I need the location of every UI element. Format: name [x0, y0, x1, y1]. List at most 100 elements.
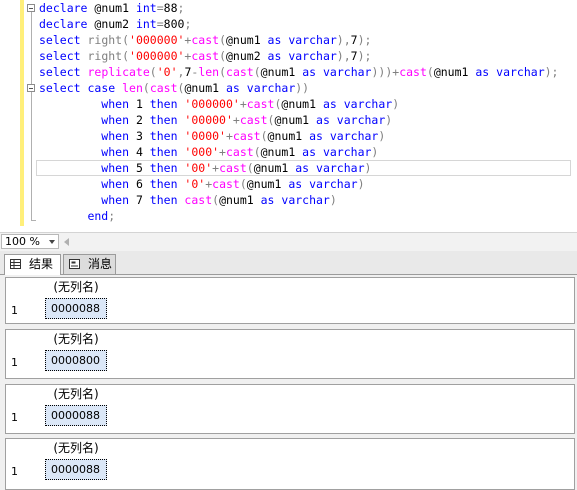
code-token: when — [39, 193, 136, 207]
code-token: int — [135, 1, 157, 15]
code-token: '0' — [184, 177, 206, 191]
code-token: 7 — [135, 193, 150, 207]
results-tab-strip: 结果 消息 — [0, 251, 577, 275]
grid-corner[interactable] — [6, 278, 45, 297]
result-grid-4[interactable]: (无列名) 1 0000088 — [5, 438, 575, 490]
row-number[interactable]: 1 — [11, 411, 18, 424]
code-token: right — [87, 33, 123, 47]
result-grid-2[interactable]: (无列名) 1 0000800 — [5, 329, 575, 379]
result-grid-3[interactable]: (无列名) 1 0000088 — [5, 384, 575, 434]
row-number[interactable]: 1 — [11, 465, 18, 478]
code-line[interactable]: when 4 then '000'+cast(@num1 as varchar) — [39, 144, 558, 160]
code-line[interactable]: select right('000000'+cast(@num2 as varc… — [39, 48, 558, 64]
code-text[interactable]: declare @num1 int=88; declare @num2 int=8… — [39, 0, 558, 224]
grid-corner[interactable] — [6, 330, 45, 349]
code-line[interactable]: when 6 then '0'+cast(@num1 as varchar) — [39, 176, 558, 192]
code-token: varchar — [309, 177, 358, 191]
change-marker-bar — [20, 0, 24, 226]
row-number[interactable]: 1 — [11, 356, 18, 369]
code-token: ( — [239, 177, 247, 191]
code-token: '00000' — [184, 113, 233, 127]
grid-corner[interactable] — [6, 385, 45, 404]
row-number[interactable]: 1 — [11, 304, 18, 317]
code-token: cast — [219, 161, 247, 175]
code-token: 2 — [135, 113, 150, 127]
code-token: select — [39, 65, 88, 79]
code-token: as — [267, 49, 289, 63]
code-token: cast — [232, 129, 261, 143]
code-token: select — [39, 49, 88, 63]
code-token: )) — [295, 81, 310, 95]
result-cell[interactable]: 0000088 — [45, 459, 107, 480]
outline-guide — [31, 10, 32, 220]
code-token: @num2 — [226, 49, 268, 63]
code-token: 800 — [163, 17, 185, 31]
code-token: ( — [219, 65, 227, 79]
zoom-value: 100 % — [5, 235, 40, 248]
result-grid-1[interactable]: (无列名) 1 0000088 — [5, 277, 575, 324]
code-token: + — [232, 113, 240, 127]
sql-editor[interactable]: declare @num1 int=88; declare @num2 int=8… — [0, 0, 577, 232]
code-token: when — [39, 129, 136, 143]
code-line[interactable]: when 1 then '000000'+cast(@num1 as varch… — [39, 96, 558, 112]
code-line[interactable]: end; — [39, 208, 558, 224]
code-token: '000' — [184, 145, 220, 159]
code-token: varchar — [322, 145, 372, 159]
collapse-icon[interactable] — [27, 4, 35, 12]
tab-results[interactable]: 结果 — [4, 254, 61, 275]
code-line[interactable]: declare @num2 int=800; — [39, 16, 558, 32]
code-line[interactable]: when 2 then '00000'+cast(@num1 as varcha… — [39, 112, 558, 128]
code-token: '0000' — [184, 129, 226, 143]
code-token: 4 — [135, 145, 150, 159]
result-cell[interactable]: 0000088 — [45, 298, 107, 319]
collapse-icon[interactable] — [27, 84, 35, 92]
code-token: 88 — [163, 1, 178, 15]
code-token: @num1 — [226, 33, 268, 47]
code-token: select — [39, 33, 88, 47]
code-token: ); — [357, 33, 372, 47]
code-line[interactable]: select replicate('0',7-len(cast(@num1 as… — [39, 64, 558, 80]
code-token: varchar — [343, 97, 393, 111]
code-token: ) — [385, 113, 393, 127]
code-token: cast — [239, 113, 268, 127]
code-token: '0' — [156, 65, 178, 79]
result-cell[interactable]: 0000088 — [45, 405, 107, 426]
code-token: cast — [399, 65, 427, 79]
code-token: 7 — [350, 49, 358, 63]
code-token: + — [225, 129, 233, 143]
code-line[interactable]: select right('000000'+cast(@num1 as varc… — [39, 32, 558, 48]
code-token: as — [295, 161, 317, 175]
code-token: as — [226, 81, 247, 95]
code-token: @num1 — [94, 1, 136, 15]
code-token: end — [39, 209, 109, 223]
result-cell[interactable]: 0000800 — [45, 350, 107, 371]
tab-messages[interactable]: 消息 — [63, 254, 116, 274]
code-line[interactable]: declare @num1 int=88; — [39, 0, 558, 16]
scroll-left-icon[interactable] — [64, 238, 69, 246]
code-token: ), — [336, 33, 351, 47]
code-token: 6 — [135, 177, 150, 191]
column-header[interactable]: (无列名) — [45, 385, 107, 404]
code-token: ) — [378, 129, 386, 143]
zoom-select[interactable]: 100 % — [1, 234, 59, 249]
code-token: ; — [184, 17, 192, 31]
code-token: then — [149, 177, 185, 191]
code-token: right — [87, 49, 123, 63]
code-token: cast — [184, 193, 213, 207]
code-token: = — [156, 17, 164, 31]
code-token: ) — [392, 97, 400, 111]
column-header[interactable]: (无列名) — [45, 330, 107, 349]
code-token: varchar — [316, 161, 365, 175]
code-line[interactable]: when 5 then '00'+cast(@num1 as varchar) — [39, 160, 558, 176]
results-pane: (无列名) 1 0000088 (无列名) 1 0000800 (无列名) 1 … — [0, 275, 577, 490]
code-line[interactable]: when 7 then cast(@num1 as varchar) — [39, 192, 558, 208]
grid-corner[interactable] — [6, 439, 45, 458]
code-line[interactable]: select case len(cast(@num1 as varchar)) — [39, 80, 558, 96]
code-token: len — [122, 81, 143, 95]
column-header[interactable]: (无列名) — [45, 439, 107, 458]
column-header[interactable]: (无列名) — [45, 278, 107, 297]
code-token: @num1 — [219, 193, 261, 207]
code-line[interactable]: when 3 then '0000'+cast(@num1 as varchar… — [39, 128, 558, 144]
code-token: when — [39, 145, 136, 159]
code-token: '000000' — [129, 49, 185, 63]
